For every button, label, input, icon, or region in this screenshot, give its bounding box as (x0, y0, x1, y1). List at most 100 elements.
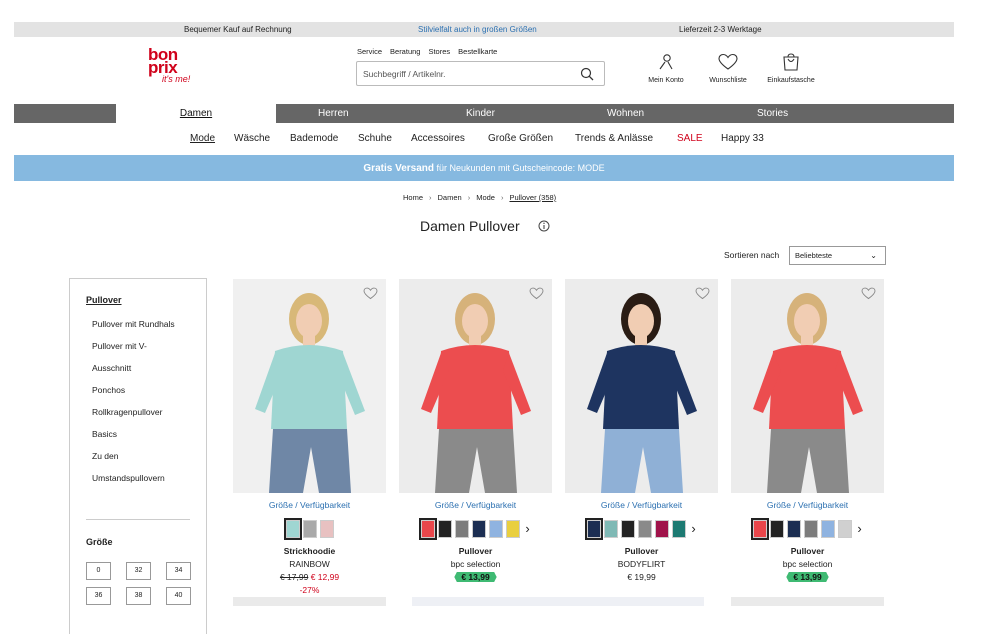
subnav-grosse-groessen[interactable]: Große Größen (488, 133, 553, 144)
product-card[interactable]: Größe / Verfügbarkeit Strickhoodie RAINB… (233, 279, 386, 595)
chevron-right-icon[interactable]: › (691, 520, 695, 538)
color-swatch[interactable] (604, 520, 619, 538)
breadcrumb-current[interactable]: Pullover (358) (509, 193, 556, 202)
size-option[interactable]: 34 (166, 562, 191, 580)
color-swatch[interactable] (585, 518, 604, 540)
nav-herren[interactable]: Herren (318, 104, 349, 123)
topbar-delivery-text: Lieferzeit 2-3 Werktage (679, 25, 762, 34)
size-availability-link[interactable]: Größe / Verfügbarkeit (233, 500, 386, 510)
subnav-schuhe[interactable]: Schuhe (358, 133, 392, 144)
info-icon[interactable] (538, 220, 550, 232)
service-link[interactable]: Service (357, 47, 382, 56)
size-availability-link[interactable]: Größe / Verfügbarkeit (731, 500, 884, 510)
advice-link[interactable]: Beratung (390, 47, 420, 56)
subnav-sale[interactable]: SALE (677, 133, 703, 144)
product-image[interactable] (731, 279, 884, 493)
sidebar-item-v-ausschnitt-cont[interactable]: Ausschnitt (92, 363, 131, 373)
promo-banner[interactable]: Gratis Versand für Neukunden mit Gutsche… (14, 155, 954, 181)
product-card[interactable]: Größe / Verfügbarkeit › Pullover bpc sel… (399, 279, 552, 582)
color-swatch[interactable] (751, 518, 770, 540)
nav-wohnen[interactable]: Wohnen (607, 104, 644, 123)
stores-link[interactable]: Stores (428, 47, 450, 56)
size-option[interactable]: 38 (126, 587, 151, 605)
sidebar-category-heading[interactable]: Pullover (86, 295, 122, 305)
color-swatch[interactable] (302, 520, 317, 538)
size-availability-link[interactable]: Größe / Verfügbarkeit (565, 500, 718, 510)
color-swatch[interactable] (621, 520, 636, 538)
color-swatch[interactable] (655, 520, 670, 538)
wishlist-heart-icon[interactable] (363, 287, 378, 300)
my-account-button[interactable]: Mein Konto (636, 53, 696, 84)
product-name[interactable]: Pullover (399, 546, 552, 556)
color-swatch[interactable] (319, 520, 334, 538)
color-swatch[interactable] (838, 520, 853, 538)
wishlist-heart-icon[interactable] (529, 287, 544, 300)
color-swatch[interactable] (283, 518, 302, 540)
breadcrumb-mode[interactable]: Mode (476, 193, 495, 202)
nav-stories[interactable]: Stories (757, 104, 788, 123)
size-availability-link[interactable]: Größe / Verfügbarkeit (399, 500, 552, 510)
size-option[interactable]: 32 (126, 562, 151, 580)
wishlist-button[interactable]: Wunschliste (698, 53, 758, 84)
nav-kinder[interactable]: Kinder (466, 104, 495, 123)
color-swatch[interactable] (672, 520, 687, 538)
wishlist-heart-icon[interactable] (861, 287, 876, 300)
sidebar-item-ponchos[interactable]: Ponchos (92, 385, 125, 395)
order-card-link[interactable]: Bestellkarte (458, 47, 497, 56)
shopping-bag-button[interactable]: Einkaufstasche (761, 53, 821, 84)
color-swatch[interactable] (804, 520, 819, 538)
color-swatch[interactable] (455, 520, 470, 538)
chevron-right-icon[interactable]: › (857, 520, 861, 538)
color-swatch[interactable] (770, 520, 785, 538)
color-swatch[interactable] (787, 520, 802, 538)
color-swatch[interactable] (472, 520, 487, 538)
product-name[interactable]: Pullover (565, 546, 718, 556)
topbar-sizes-link[interactable]: Stilvielfalt auch in großen Größen (418, 25, 537, 34)
subnav-trends[interactable]: Trends & Anlässe (575, 133, 653, 144)
product-name[interactable]: Strickhoodie (233, 546, 386, 556)
product-card[interactable]: Größe / Verfügbarkeit › Pullover bpc sel… (731, 279, 884, 582)
color-swatch[interactable] (638, 520, 653, 538)
subnav-happy-33[interactable]: Happy 33 (721, 133, 764, 144)
sidebar-item-umstand-cont[interactable]: Umstandspullovern (92, 473, 165, 483)
product-image[interactable] (565, 279, 718, 493)
search-input[interactable] (357, 68, 557, 79)
subnav-bademode[interactable]: Bademode (290, 133, 338, 144)
sidebar-item-rollkragen[interactable]: Rollkragenpullover (92, 407, 162, 417)
product-price: € 19,99 (565, 572, 718, 582)
subnav-accessoires[interactable]: Accessoires (411, 133, 465, 144)
nav-damen[interactable]: Damen (116, 104, 276, 123)
page-title: Damen Pullover (420, 218, 520, 234)
color-swatch[interactable] (821, 520, 836, 538)
sidebar-item-rundhals[interactable]: Pullover mit Rundhals (92, 319, 175, 329)
bonprix-logo[interactable]: bon prix it's me! (148, 46, 198, 85)
color-swatch[interactable] (438, 520, 453, 538)
product-card[interactable]: Größe / Verfügbarkeit › Pullover BODYFLI… (565, 279, 718, 582)
sidebar-item-v-ausschnitt[interactable]: Pullover mit V- (92, 341, 147, 351)
product-name[interactable]: Pullover (731, 546, 884, 556)
size-option[interactable]: 40 (166, 587, 191, 605)
wishlist-heart-icon[interactable] (695, 287, 710, 300)
next-row-product-peek (233, 597, 386, 606)
color-swatch[interactable] (419, 518, 438, 540)
sort-select[interactable]: Beliebteste ⌄ (789, 246, 886, 265)
color-swatch[interactable] (506, 520, 521, 538)
search-icon[interactable] (580, 67, 594, 81)
shopping-bag-label: Einkaufstasche (767, 77, 815, 84)
sidebar-item-basics[interactable]: Basics (92, 429, 117, 439)
promo-bold-text: Gratis Versand (363, 163, 434, 174)
chevron-right-icon[interactable]: › (525, 520, 529, 538)
sidebar-item-umstand[interactable]: Zu den (92, 451, 118, 461)
breadcrumb-home[interactable]: Home (403, 193, 423, 202)
subnav-waesche[interactable]: Wäsche (234, 133, 270, 144)
product-image[interactable] (399, 279, 552, 493)
color-swatch[interactable] (489, 520, 504, 538)
breadcrumb-damen[interactable]: Damen (438, 193, 462, 202)
next-row-product-peek (412, 597, 704, 606)
model-illustration (753, 293, 863, 493)
subnav-mode[interactable]: Mode (190, 133, 215, 144)
sidebar-divider (86, 519, 190, 520)
size-option[interactable]: 0 (86, 562, 111, 580)
product-image[interactable] (233, 279, 386, 493)
size-option[interactable]: 36 (86, 587, 111, 605)
